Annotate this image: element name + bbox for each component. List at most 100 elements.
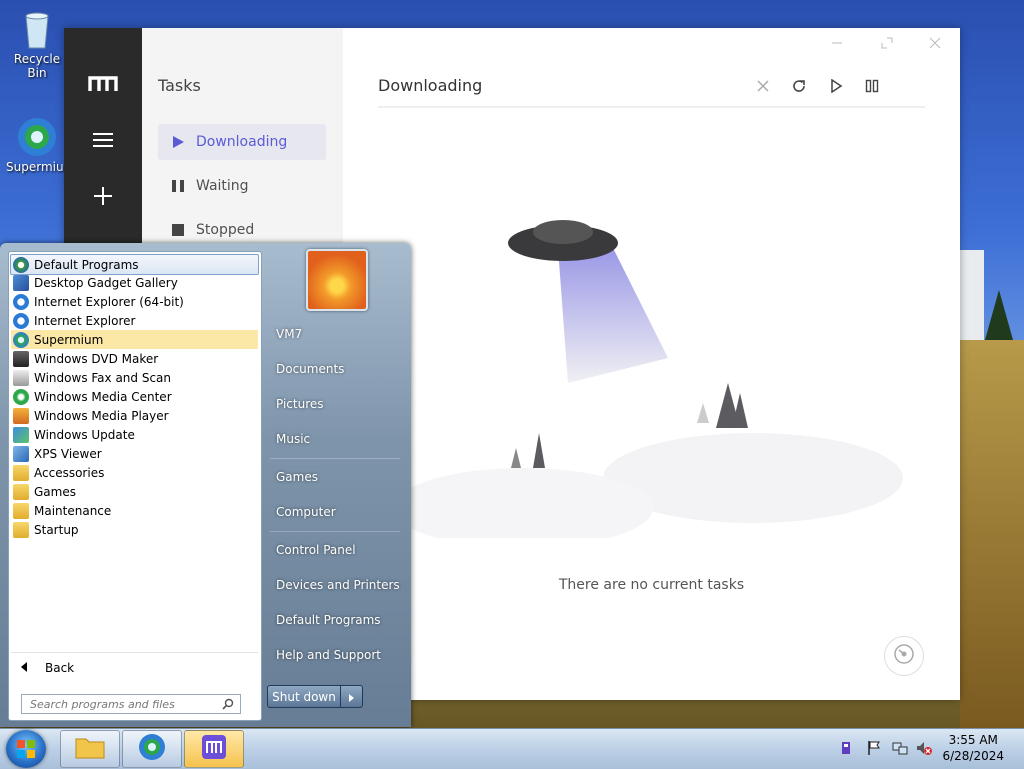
pause-all-icon[interactable] <box>860 74 884 98</box>
close-window-icon[interactable] <box>924 34 946 52</box>
pause-icon <box>170 178 186 194</box>
speedometer-button[interactable] <box>884 636 924 676</box>
add-task-icon[interactable] <box>64 176 142 216</box>
title-divider <box>378 106 925 108</box>
desktop-icon-supermium[interactable]: Supermium <box>6 116 76 174</box>
start-right-item-pictures[interactable]: Pictures <box>270 390 402 418</box>
refresh-icon[interactable] <box>787 74 811 98</box>
start-right-item-music[interactable]: Music <box>270 425 402 453</box>
empty-state-illustration <box>393 208 903 548</box>
taskbar-motrix-button[interactable] <box>184 730 244 768</box>
program-label: Default Programs <box>34 257 139 272</box>
program-item[interactable]: Internet Explorer <box>11 311 258 330</box>
start-right-item-devices-printers[interactable]: Devices and Printers <box>270 571 402 599</box>
start-right-item-user[interactable]: VM7 <box>270 320 402 348</box>
back-arrow-icon <box>21 661 27 675</box>
motrix-icon <box>201 734 227 764</box>
clock-date: 6/28/2024 <box>942 749 1004 763</box>
start-right-item-documents[interactable]: Documents <box>270 355 402 383</box>
program-label: Maintenance <box>34 503 112 518</box>
ie-icon <box>13 293 29 310</box>
media-player-icon <box>13 407 29 424</box>
taskbar-explorer-button[interactable] <box>60 730 120 768</box>
main-panel: Downloading There are no current tasks <box>343 28 960 700</box>
program-item[interactable]: Games <box>11 482 258 501</box>
program-item[interactable]: XPS Viewer <box>11 444 258 463</box>
program-item[interactable]: Internet Explorer (64-bit) <box>11 292 258 311</box>
program-item[interactable]: Windows Media Player <box>11 406 258 425</box>
taskbar-supermium-button[interactable] <box>122 730 182 768</box>
program-label: Windows Update <box>34 427 135 442</box>
ie-icon <box>13 312 29 329</box>
network-icon[interactable] <box>892 740 908 756</box>
sidebar-item-label: Stopped <box>196 222 255 238</box>
shutdown-options-button[interactable] <box>340 685 363 708</box>
start-right-item-control-panel[interactable]: Control Panel <box>270 536 402 564</box>
program-item[interactable]: Supermium <box>11 330 258 349</box>
desktop-icon-recycle-bin[interactable]: Recycle Bin <box>6 8 68 80</box>
gadget-gallery-icon <box>13 274 29 291</box>
shutdown-button[interactable]: Shut down <box>267 685 341 708</box>
desktop-icon-label: Supermium <box>6 160 76 174</box>
search-icon <box>222 698 234 713</box>
program-item[interactable]: Default Programs <box>10 254 259 275</box>
program-label: Startup <box>34 522 79 537</box>
program-label: Internet Explorer (64-bit) <box>34 294 184 309</box>
program-label: Supermium <box>34 332 104 347</box>
chevron-right-icon <box>349 687 354 706</box>
program-item[interactable]: Windows Update <box>11 425 258 444</box>
minimize-icon[interactable] <box>826 34 848 52</box>
search-input[interactable]: Search programs and files <box>21 694 241 714</box>
volume-muted-icon[interactable] <box>916 740 932 756</box>
program-item[interactable]: Desktop Gadget Gallery <box>11 273 258 292</box>
search-placeholder: Search programs and files <box>30 697 175 711</box>
start-right-item-default-programs[interactable]: Default Programs <box>270 606 402 634</box>
program-item[interactable]: Windows Media Center <box>11 387 258 406</box>
delete-task-icon[interactable] <box>751 74 775 98</box>
dvd-maker-icon <box>13 350 29 367</box>
usb-icon[interactable] <box>838 740 854 756</box>
start-right-item-computer[interactable]: Computer <box>270 498 402 526</box>
fax-scan-icon <box>13 369 29 386</box>
folder-icon <box>13 502 29 519</box>
clock-time: 3:55 AM <box>948 733 998 747</box>
start-menu: Default Programs Desktop Gadget Gallery … <box>0 243 411 727</box>
program-item[interactable]: Startup <box>11 520 258 539</box>
start-button[interactable] <box>6 730 46 768</box>
tree-scenery <box>985 290 1013 340</box>
start-right-item-games[interactable]: Games <box>270 463 402 491</box>
menu-icon[interactable] <box>64 120 142 160</box>
folder-icon <box>13 483 29 500</box>
house-scenery <box>960 250 984 340</box>
start-separator <box>270 531 400 532</box>
start-right-item-help-support[interactable]: Help and Support <box>270 641 402 669</box>
program-label: Desktop Gadget Gallery <box>34 275 178 290</box>
grass-scenery <box>960 340 1024 728</box>
sidebar-item-downloading[interactable]: Downloading <box>158 124 326 160</box>
play-icon <box>170 134 186 150</box>
folder-icon <box>13 464 29 481</box>
user-picture <box>306 249 368 311</box>
program-label: Internet Explorer <box>34 313 136 328</box>
sidebar-item-label: Waiting <box>196 178 249 194</box>
stop-icon <box>170 222 186 238</box>
program-label: XPS Viewer <box>34 446 102 461</box>
program-item[interactable]: Windows Fax and Scan <box>11 368 258 387</box>
action-center-flag-icon[interactable] <box>866 740 882 756</box>
sidebar-title: Tasks <box>158 76 201 95</box>
maximize-icon[interactable] <box>876 34 898 52</box>
program-label: Windows Media Center <box>34 389 172 404</box>
media-center-icon <box>13 388 29 405</box>
program-item[interactable]: Accessories <box>11 463 258 482</box>
recycle-bin-icon <box>16 8 58 50</box>
system-clock[interactable]: 3:55 AM 6/28/2024 <box>942 732 1004 764</box>
program-item[interactable]: Windows DVD Maker <box>11 349 258 368</box>
xps-viewer-icon <box>13 445 29 462</box>
resume-icon[interactable] <box>824 74 848 98</box>
back-button[interactable]: Back <box>11 652 258 683</box>
windows-update-icon <box>13 426 29 443</box>
empty-state-message: There are no current tasks <box>558 577 745 593</box>
sidebar-item-waiting[interactable]: Waiting <box>158 168 326 204</box>
sidebar-item-label: Downloading <box>196 134 288 150</box>
program-item[interactable]: Maintenance <box>11 501 258 520</box>
